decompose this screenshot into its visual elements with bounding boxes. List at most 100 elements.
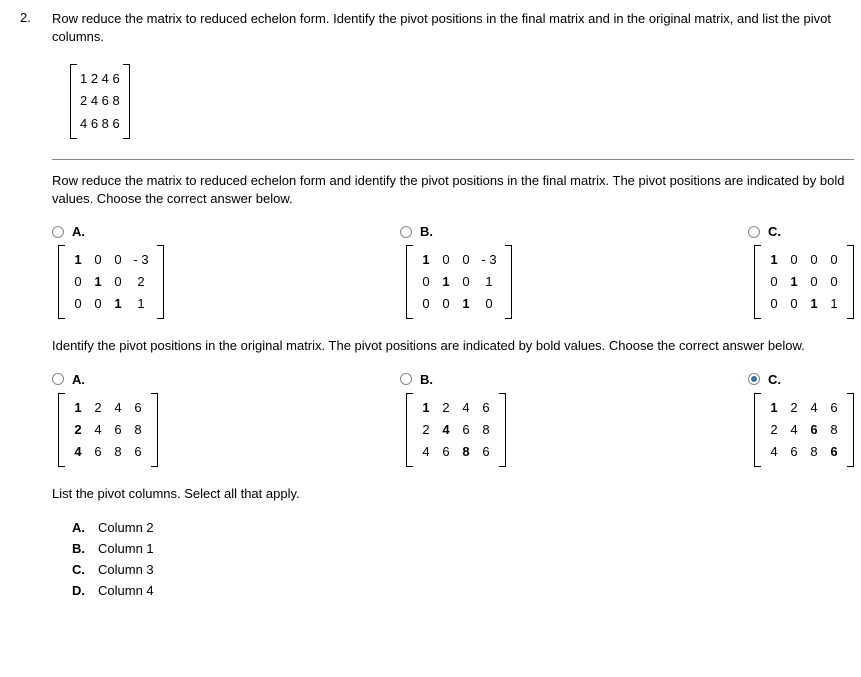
pivot-option[interactable]: B.Column 1 [72, 538, 854, 559]
pivot-option[interactable]: D.Column 4 [72, 580, 854, 601]
matrix-cell: 1 [68, 249, 88, 271]
radio-button[interactable] [52, 373, 64, 385]
matrix-cell: 6 [108, 419, 128, 441]
matrix-cell: 1 [416, 397, 436, 419]
part3-prompt: List the pivot columns. Select all that … [52, 485, 854, 503]
choice: C.100001000011 [748, 224, 854, 319]
matrix-row: 2468 [68, 419, 148, 441]
matrix-cell: 1 [824, 293, 844, 315]
matrix-cell: 2 [416, 419, 436, 441]
matrix-cell: 0 [824, 249, 844, 271]
matrix-cell: 4 [108, 397, 128, 419]
matrix-cell: 6 [824, 441, 844, 463]
given-matrix: 1 2 4 6 2 4 6 8 4 6 8 6 [70, 64, 130, 138]
answer-matrix: 100001000011 [754, 245, 854, 319]
matrix-cell: 0 [68, 293, 88, 315]
matrix-row: 2468 [416, 419, 496, 441]
choice-matrix-wrap: 100001000011 [748, 245, 854, 319]
matrix-row: 2 4 6 8 [80, 90, 120, 112]
matrix-cell: 4 [764, 441, 784, 463]
matrix-cell: 4 [456, 397, 476, 419]
choice-head: A. [52, 224, 400, 239]
matrix-cell: 0 [88, 249, 108, 271]
matrix-cell: 1 [456, 293, 476, 315]
matrix-cell: 1 [416, 249, 436, 271]
matrix-row: 0011 [68, 293, 154, 315]
choice-matrix-wrap: 100- 301020011 [52, 245, 400, 319]
part2-choices: A.124624684686B.124624684686C.1246246846… [52, 372, 854, 467]
matrix-cell: 2 [764, 419, 784, 441]
matrix-row: 4686 [764, 441, 844, 463]
matrix-cell: 1 [128, 293, 154, 315]
main-prompt: Row reduce the matrix to reduced echelon… [52, 10, 854, 46]
matrix-cell: 1 [88, 271, 108, 293]
matrix-cell: 4 [416, 441, 436, 463]
choice-head: C. [748, 224, 854, 239]
radio-button[interactable] [748, 226, 760, 238]
matrix-cell: 2 [88, 397, 108, 419]
choice-matrix-wrap: 124624684686 [52, 393, 400, 467]
choice-label: C. [768, 372, 781, 387]
choice-label: B. [420, 224, 433, 239]
answer-matrix: 124624684686 [406, 393, 506, 467]
pivot-option[interactable]: C. Column 3 [72, 559, 854, 580]
matrix-cell: 0 [764, 293, 784, 315]
pivot-option-text: Column 2 [98, 520, 154, 535]
choice-label: A. [72, 372, 85, 387]
matrix-row: 4686 [68, 441, 148, 463]
choice-label: A. [72, 224, 85, 239]
pivot-option-text: Column 3 [98, 562, 154, 577]
matrix-cell: 2 [68, 419, 88, 441]
matrix-cell: 6 [784, 441, 804, 463]
matrix-cell: 6 [804, 419, 824, 441]
matrix-cell: 6 [824, 397, 844, 419]
matrix-row: 1000 [764, 249, 844, 271]
matrix-cell: 6 [128, 441, 148, 463]
matrix-row: 1 2 4 6 [80, 68, 120, 90]
part2-prompt: Identify the pivot positions in the orig… [52, 337, 854, 355]
matrix-cell: 0 [764, 271, 784, 293]
matrix-cell: 4 [88, 419, 108, 441]
pivot-option-letter: C. [72, 562, 88, 577]
matrix-cell: 0 [436, 293, 456, 315]
matrix-cell: 1 [436, 271, 456, 293]
matrix-cell: 0 [416, 293, 436, 315]
matrix-cell: 4 [436, 419, 456, 441]
choice: C. 124624684686 [748, 372, 854, 467]
pivot-option[interactable]: A.Column 2 [72, 517, 854, 538]
matrix-cell: 0 [68, 271, 88, 293]
radio-button[interactable] [400, 373, 412, 385]
matrix-cell: 2 [436, 397, 456, 419]
matrix-row: 4 6 8 6 [80, 113, 120, 135]
matrix-row: 4686 [416, 441, 496, 463]
answer-matrix: 124624684686 [754, 393, 854, 467]
problem-body: Row reduce the matrix to reduced echelon… [52, 10, 854, 601]
matrix-row: 0100 [764, 271, 844, 293]
matrix-cell: 8 [128, 419, 148, 441]
choice-matrix-wrap: 100- 301010010 [400, 245, 748, 319]
matrix-cell: 0 [824, 271, 844, 293]
matrix-cell: 0 [784, 293, 804, 315]
part3-options: A.Column 2B.Column 1 C. Column 3 D.Column 4 [52, 511, 854, 601]
choice-matrix-wrap: 124624684686 [748, 393, 854, 467]
radio-button[interactable] [52, 226, 64, 238]
choice-head: B. [400, 224, 748, 239]
answer-matrix: 124624684686 [58, 393, 158, 467]
matrix-cell: 1 [804, 293, 824, 315]
answer-matrix: 100- 301020011 [58, 245, 164, 319]
choice-label: B. [420, 372, 433, 387]
choice-label: C. [768, 224, 781, 239]
matrix-cell: 4 [68, 441, 88, 463]
radio-button[interactable] [400, 226, 412, 238]
matrix-cell: 6 [128, 397, 148, 419]
matrix-cell: 1 [108, 293, 128, 315]
pivot-option-text: Column 1 [98, 541, 154, 556]
radio-button[interactable] [748, 373, 760, 385]
matrix-cell: 6 [476, 397, 496, 419]
matrix-cell: 2 [128, 271, 154, 293]
matrix-cell: 1 [784, 271, 804, 293]
choice: B.124624684686 [400, 372, 748, 467]
matrix-cell: 0 [416, 271, 436, 293]
matrix-cell: 0 [436, 249, 456, 271]
problem-number: 2. [20, 10, 40, 601]
